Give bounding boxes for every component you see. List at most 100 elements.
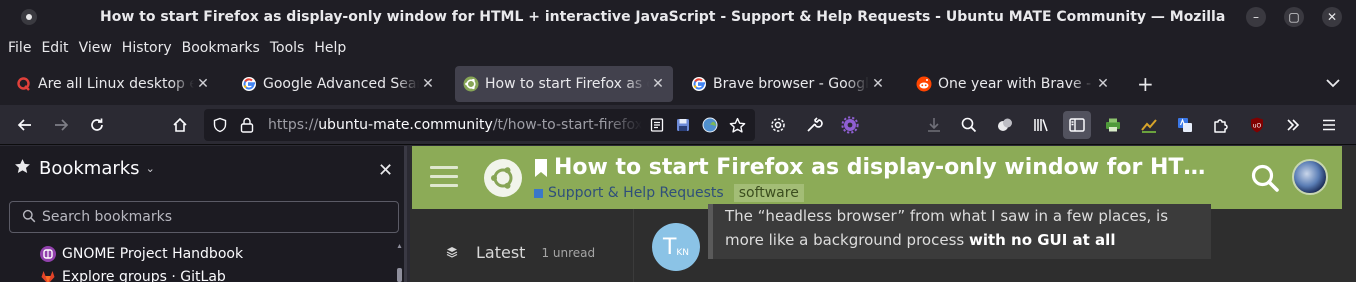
overflow-menu-icon[interactable] — [1279, 111, 1307, 139]
menu-bookmarks[interactable]: Bookmarks — [177, 34, 265, 62]
gitlab-icon — [40, 269, 56, 282]
tab-brave-google[interactable]: Brave browser - Google Search ✕ — [683, 66, 893, 102]
print-icon[interactable] — [1099, 111, 1127, 139]
tag-badge[interactable]: software — [733, 184, 804, 202]
menu-edit[interactable]: Edit — [36, 34, 73, 62]
url-text[interactable]: https://ubuntu-mate.community/t/how-to-s… — [268, 109, 642, 141]
maximize-button[interactable]: ▢ — [1284, 7, 1304, 27]
google-icon — [241, 76, 257, 92]
close-window-button[interactable]: ✕ — [1322, 7, 1342, 27]
topic-title-text: How to start Firefox as display-only win… — [554, 155, 1214, 180]
tab-close-icon[interactable]: ✕ — [871, 76, 885, 92]
screenshot-extension-icon[interactable] — [1135, 111, 1163, 139]
hamburger-menu-icon[interactable] — [430, 166, 458, 188]
tab-label: Google Advanced Search — [263, 76, 419, 92]
tab-bar: Are all Linux desktop environments ✕ Goo… — [0, 62, 1356, 105]
sidebar-scrollbar[interactable] — [397, 242, 402, 282]
category-color-badge — [534, 188, 543, 198]
forward-icon[interactable] — [47, 111, 75, 139]
tab-close-icon[interactable]: ✕ — [1096, 76, 1110, 92]
tab-google-advanced[interactable]: Google Advanced Search ✕ — [233, 66, 443, 102]
downloads-icon[interactable] — [920, 111, 948, 139]
window-menu-icon[interactable] — [21, 9, 37, 25]
new-tab-button[interactable]: + — [1137, 74, 1154, 94]
bookmark-label: Explore groups · GitLab — [62, 269, 226, 282]
category-link[interactable]: Support & Help Requests — [548, 185, 724, 201]
search-icon — [22, 208, 36, 227]
settings-gear-icon[interactable] — [764, 111, 792, 139]
topic-meta: Support & Help Requests software — [534, 184, 804, 202]
search-icon[interactable] — [1250, 163, 1280, 193]
gnome-icon — [40, 246, 56, 262]
sidebar-title: Bookmarks — [39, 158, 140, 179]
discourse-header: How to start Firefox as display-only win… — [412, 146, 1342, 209]
menu-file[interactable]: File — [3, 34, 36, 62]
nav-latest[interactable]: Latest 1 unread — [446, 243, 595, 262]
chevron-down-icon: ⌄ — [145, 162, 155, 175]
menu-tools[interactable]: Tools — [265, 34, 310, 62]
back-icon[interactable] — [11, 111, 39, 139]
ublock-origin-icon[interactable]: uO — [1243, 111, 1271, 139]
home-icon[interactable] — [166, 111, 194, 139]
tab-close-icon[interactable]: ✕ — [421, 76, 435, 92]
tab-label: How to start Firefox as display-only — [485, 76, 649, 92]
close-sidebar-button[interactable]: ✕ — [378, 162, 393, 180]
sidebar-header[interactable]: Bookmarks ⌄ — [14, 158, 155, 179]
library-icon[interactable] — [1027, 111, 1055, 139]
tab-label: Brave browser - Google Search — [713, 76, 869, 92]
ubuntu-mate-icon — [463, 76, 479, 92]
tab-label: Are all Linux desktop environments — [38, 76, 194, 92]
sidebar-toggle-icon[interactable] — [1063, 111, 1091, 139]
post-author-avatar[interactable]: T KN — [652, 223, 700, 271]
tab-groups-icon[interactable] — [991, 111, 1019, 139]
tab-reddit-brave[interactable]: One year with Brave - A Reddit ✕ — [908, 66, 1118, 102]
post-quote: The “headless browser” from what I saw i… — [708, 204, 1211, 259]
window-title: How to start Firefox as display-only win… — [100, 9, 1226, 25]
google-icon — [691, 76, 707, 92]
bookmark-item[interactable]: GNOME Project Handbook — [40, 246, 243, 262]
menu-help[interactable]: Help — [309, 34, 351, 62]
navigation-toolbar: https://ubuntu-mate.community/t/how-to-s… — [0, 105, 1356, 145]
save-page-icon[interactable] — [675, 117, 691, 137]
menu-history[interactable]: History — [117, 34, 177, 62]
page-content: How to start Firefox as display-only win… — [410, 146, 1356, 282]
search-bookmarks-input[interactable]: Search bookmarks — [9, 201, 399, 233]
wrench-icon[interactable] — [800, 111, 828, 139]
url-bar[interactable]: https://ubuntu-mate.community/t/how-to-s… — [204, 109, 755, 141]
tab-how-to-start-firefox[interactable]: How to start Firefox as display-only ✕ — [455, 66, 673, 102]
nav-latest-label: Latest — [476, 243, 526, 262]
bookmark-star-icon[interactable] — [729, 117, 746, 138]
layers-icon — [446, 243, 458, 262]
ubuntu-mate-logo[interactable] — [484, 159, 522, 197]
reader-view-icon[interactable] — [649, 117, 665, 137]
extensions-puzzle-icon[interactable] — [1207, 111, 1235, 139]
tracking-protection-shield-icon[interactable] — [212, 117, 228, 137]
lock-icon[interactable] — [239, 116, 255, 138]
url-host: ubuntu-mate.community — [318, 117, 493, 133]
tab-close-icon[interactable]: ✕ — [196, 76, 210, 92]
user-avatar[interactable] — [1292, 159, 1328, 195]
tab-close-icon[interactable]: ✕ — [651, 76, 665, 92]
unread-count: 1 unread — [541, 245, 596, 260]
translate-globe-icon[interactable] — [702, 117, 718, 137]
url-path: /t/how-to-start-firefox-as-display-only-… — [492, 117, 642, 133]
search-placeholder: Search bookmarks — [42, 209, 173, 225]
menu-view[interactable]: View — [74, 34, 117, 62]
reddit-icon — [916, 76, 932, 92]
url-scheme: https:// — [268, 117, 319, 133]
bookmark-item[interactable]: Explore groups · GitLab — [40, 269, 226, 282]
topic-title[interactable]: How to start Firefox as display-only win… — [534, 155, 1214, 180]
translate-extension-icon[interactable] — [1171, 111, 1199, 139]
extension-purple-gear-icon[interactable] — [836, 111, 864, 139]
hamburger-menu-icon[interactable] — [1315, 111, 1343, 139]
avatar-letter: T — [662, 234, 677, 260]
window-titlebar: How to start Firefox as display-only win… — [0, 0, 1356, 34]
menu-bar: File Edit View History Bookmarks Tools H… — [0, 34, 1356, 62]
scrollbar-thumb[interactable] — [397, 268, 402, 282]
search-icon[interactable] — [955, 111, 983, 139]
tab-quora[interactable]: Are all Linux desktop environments ✕ — [8, 66, 218, 102]
list-all-tabs-chevron-icon[interactable] — [1324, 74, 1342, 92]
reload-icon[interactable] — [83, 111, 111, 139]
minimize-button[interactable]: – — [1246, 7, 1266, 27]
star-icon — [14, 158, 31, 179]
